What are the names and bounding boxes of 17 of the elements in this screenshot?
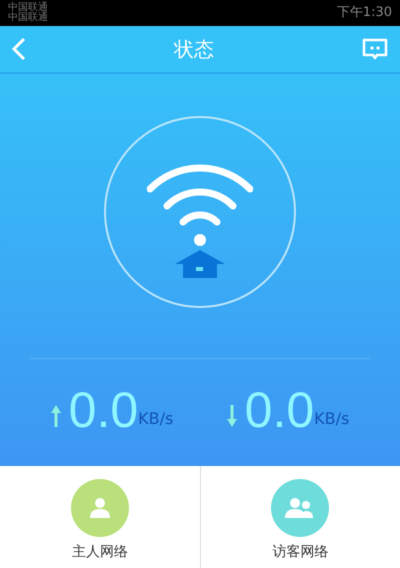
back-icon[interactable] (12, 37, 26, 61)
down-arrow-icon (226, 405, 237, 427)
network-tab[interactable]: 访客网络 (200, 466, 400, 568)
page-title: 状态 (174, 36, 214, 63)
network-tab[interactable]: 主人网络 (0, 466, 200, 568)
up-arrow-icon (50, 405, 61, 427)
speed-value: 0.0 (68, 385, 138, 435)
speed-unit: KB/s (138, 408, 174, 430)
speed-value: 0.0 (244, 385, 314, 435)
clock-time: 下午1:30 (336, 4, 392, 22)
speed-unit: KB/s (314, 408, 350, 430)
person-icon (90, 497, 110, 519)
carrier-name: 中国联通 (8, 13, 48, 23)
carrier-name: 中国联通 (8, 3, 48, 13)
house-icon (175, 250, 225, 278)
people-icon (285, 497, 316, 519)
message-icon[interactable] (362, 38, 388, 60)
